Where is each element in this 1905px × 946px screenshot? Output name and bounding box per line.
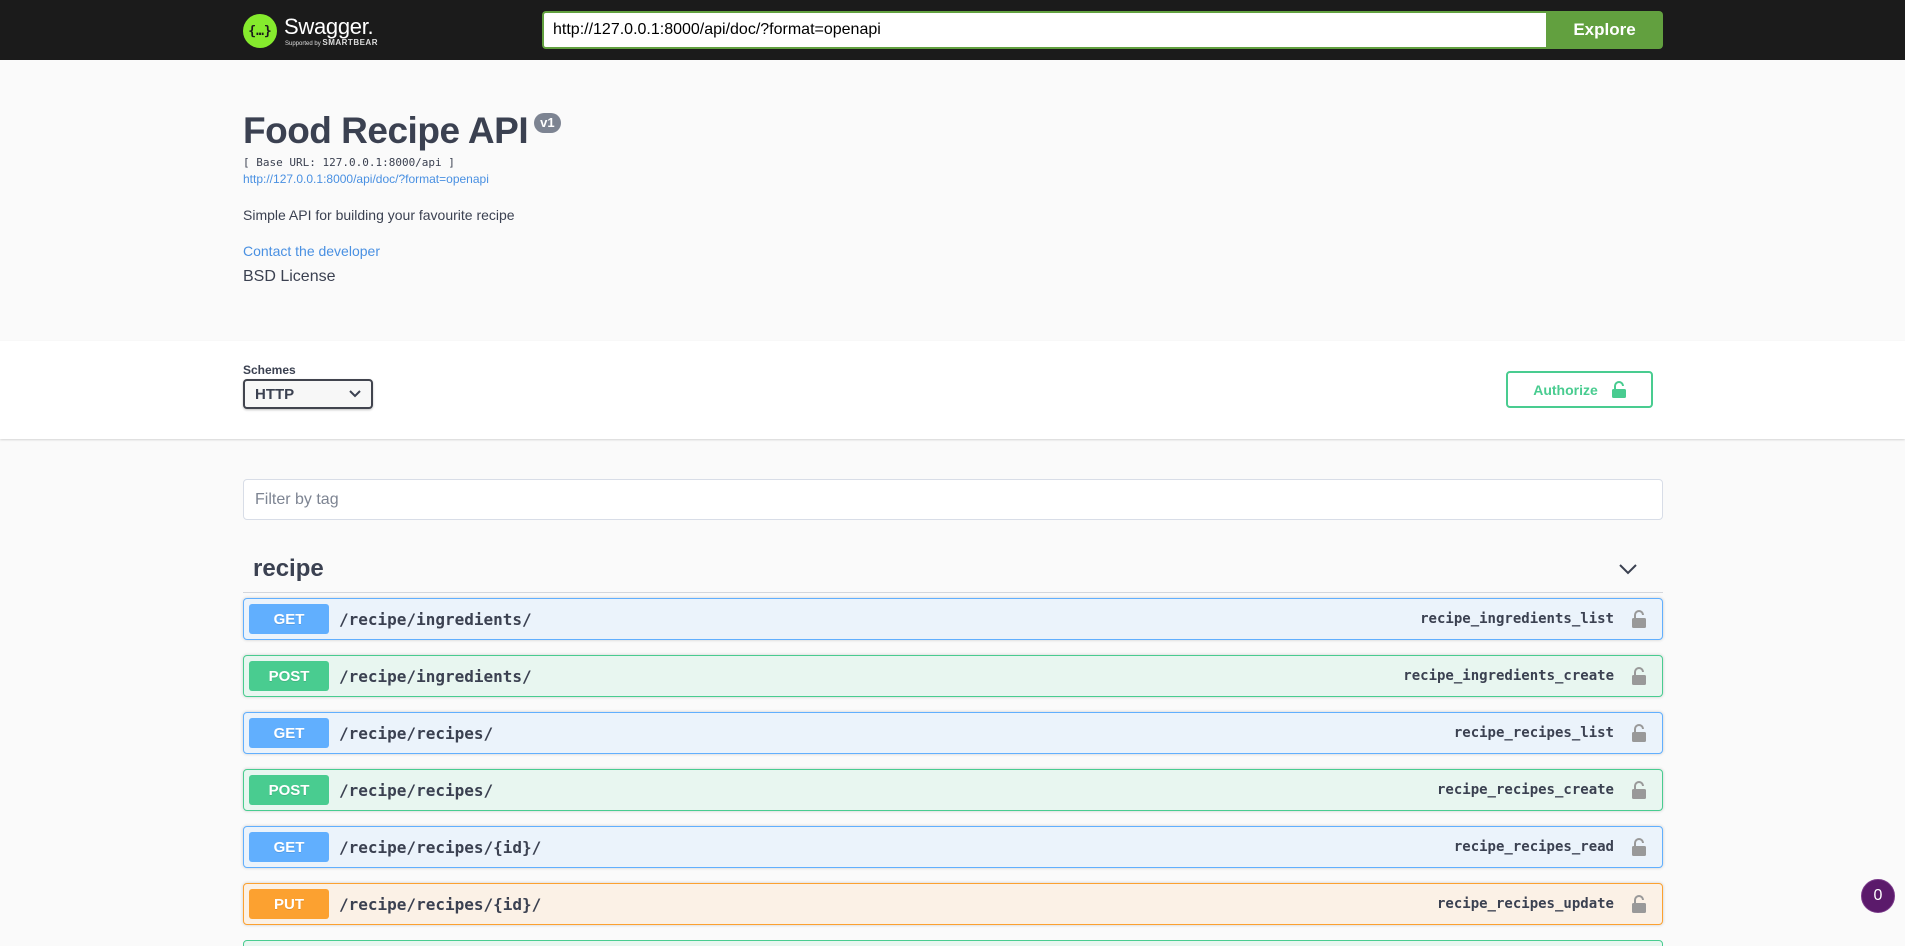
schemes-label: Schemes <box>243 363 296 377</box>
filter-by-tag-input[interactable] <box>243 479 1663 520</box>
operation-path: /recipe/recipes/ <box>339 723 494 743</box>
contact-developer-link[interactable]: Contact the developer <box>243 243 1663 259</box>
operation-id: recipe_ingredients_create <box>1403 668 1614 684</box>
method-badge: GET <box>249 604 329 634</box>
logo-name: Swagger. <box>284 13 374 39</box>
chevron-down-icon[interactable] <box>1617 558 1639 580</box>
operation-path: /recipe/recipes/{id}/ <box>339 894 542 914</box>
floating-count-badge[interactable]: 0 <box>1861 879 1895 913</box>
spec-url-input[interactable] <box>542 11 1546 49</box>
method-badge: GET <box>249 832 329 862</box>
unlock-icon[interactable] <box>1632 724 1646 742</box>
method-badge: GET <box>249 718 329 748</box>
operation-path: /recipe/ingredients/ <box>339 609 532 629</box>
operation-get-ingredients-list[interactable]: GET /recipe/ingredients/ recipe_ingredie… <box>243 598 1663 640</box>
method-badge: POST <box>249 661 329 691</box>
operation-path: /recipe/recipes/ <box>339 780 494 800</box>
operation-id: recipe_ingredients_list <box>1420 611 1614 627</box>
operation-id: recipe_recipes_update <box>1436 896 1614 912</box>
license-text: BSD License <box>243 268 336 285</box>
operation-put-recipes-update[interactable]: PUT /recipe/recipes/{id}/ recipe_recipes… <box>243 883 1663 925</box>
schemes-select[interactable]: HTTP <box>243 379 373 409</box>
operation-id: recipe_recipes_list <box>1453 725 1614 741</box>
swagger-logo-icon: {…} <box>243 14 277 48</box>
api-info: Food Recipe API v1 [ Base URL: 127.0.0.1… <box>243 108 1663 286</box>
api-description: Simple API for building your favourite r… <box>243 207 515 223</box>
operation-post-ingredients-create[interactable]: POST /recipe/ingredients/ recipe_ingredi… <box>243 655 1663 697</box>
operation-get-recipes-list[interactable]: GET /recipe/recipes/ recipe_recipes_list <box>243 712 1663 754</box>
unlock-icon[interactable] <box>1632 610 1646 628</box>
operation-id: recipe_recipes_read <box>1453 839 1614 855</box>
authorize-button[interactable]: Authorize <box>1506 371 1653 408</box>
version-badge: v1 <box>534 113 561 133</box>
topbar: {…} Swagger. Supported by SMARTBEAR Expl… <box>0 0 1905 60</box>
unlock-icon[interactable] <box>1632 895 1646 913</box>
schemes-selected-value: HTTP <box>255 385 295 403</box>
unlock-icon[interactable] <box>1632 838 1646 856</box>
operation-path: /recipe/ingredients/ <box>339 666 532 686</box>
unlock-icon[interactable] <box>1632 781 1646 799</box>
unlock-icon[interactable] <box>1632 667 1646 685</box>
operation-partial[interactable] <box>243 940 1663 946</box>
base-url: [ Base URL: 127.0.0.1:8000/api ] <box>243 156 455 169</box>
method-badge: PUT <box>249 889 329 919</box>
schemes-container: Schemes HTTP Authorize <box>0 341 1905 439</box>
tag-section-recipe[interactable]: recipe <box>243 545 1663 593</box>
operation-path: /recipe/recipes/{id}/ <box>339 837 542 857</box>
operation-get-recipes-read[interactable]: GET /recipe/recipes/{id}/ recipe_recipes… <box>243 826 1663 868</box>
logo-subtitle: Supported by SMARTBEAR <box>285 37 378 47</box>
chevron-down-icon <box>349 387 361 401</box>
spec-url-form: Explore <box>542 11 1663 49</box>
spec-link[interactable]: http://127.0.0.1:8000/api/doc/?format=op… <box>243 172 1663 186</box>
operation-id: recipe_recipes_create <box>1436 782 1614 798</box>
swagger-logo[interactable]: {…} Swagger. Supported by SMARTBEAR <box>243 11 378 51</box>
authorize-label: Authorize <box>1533 381 1598 398</box>
unlock-icon <box>1611 381 1626 398</box>
method-badge: POST <box>249 775 329 805</box>
operation-post-recipes-create[interactable]: POST /recipe/recipes/ recipe_recipes_cre… <box>243 769 1663 811</box>
page-title: Food Recipe API <box>243 110 529 151</box>
tag-name: recipe <box>253 554 324 582</box>
explore-button[interactable]: Explore <box>1546 11 1663 49</box>
